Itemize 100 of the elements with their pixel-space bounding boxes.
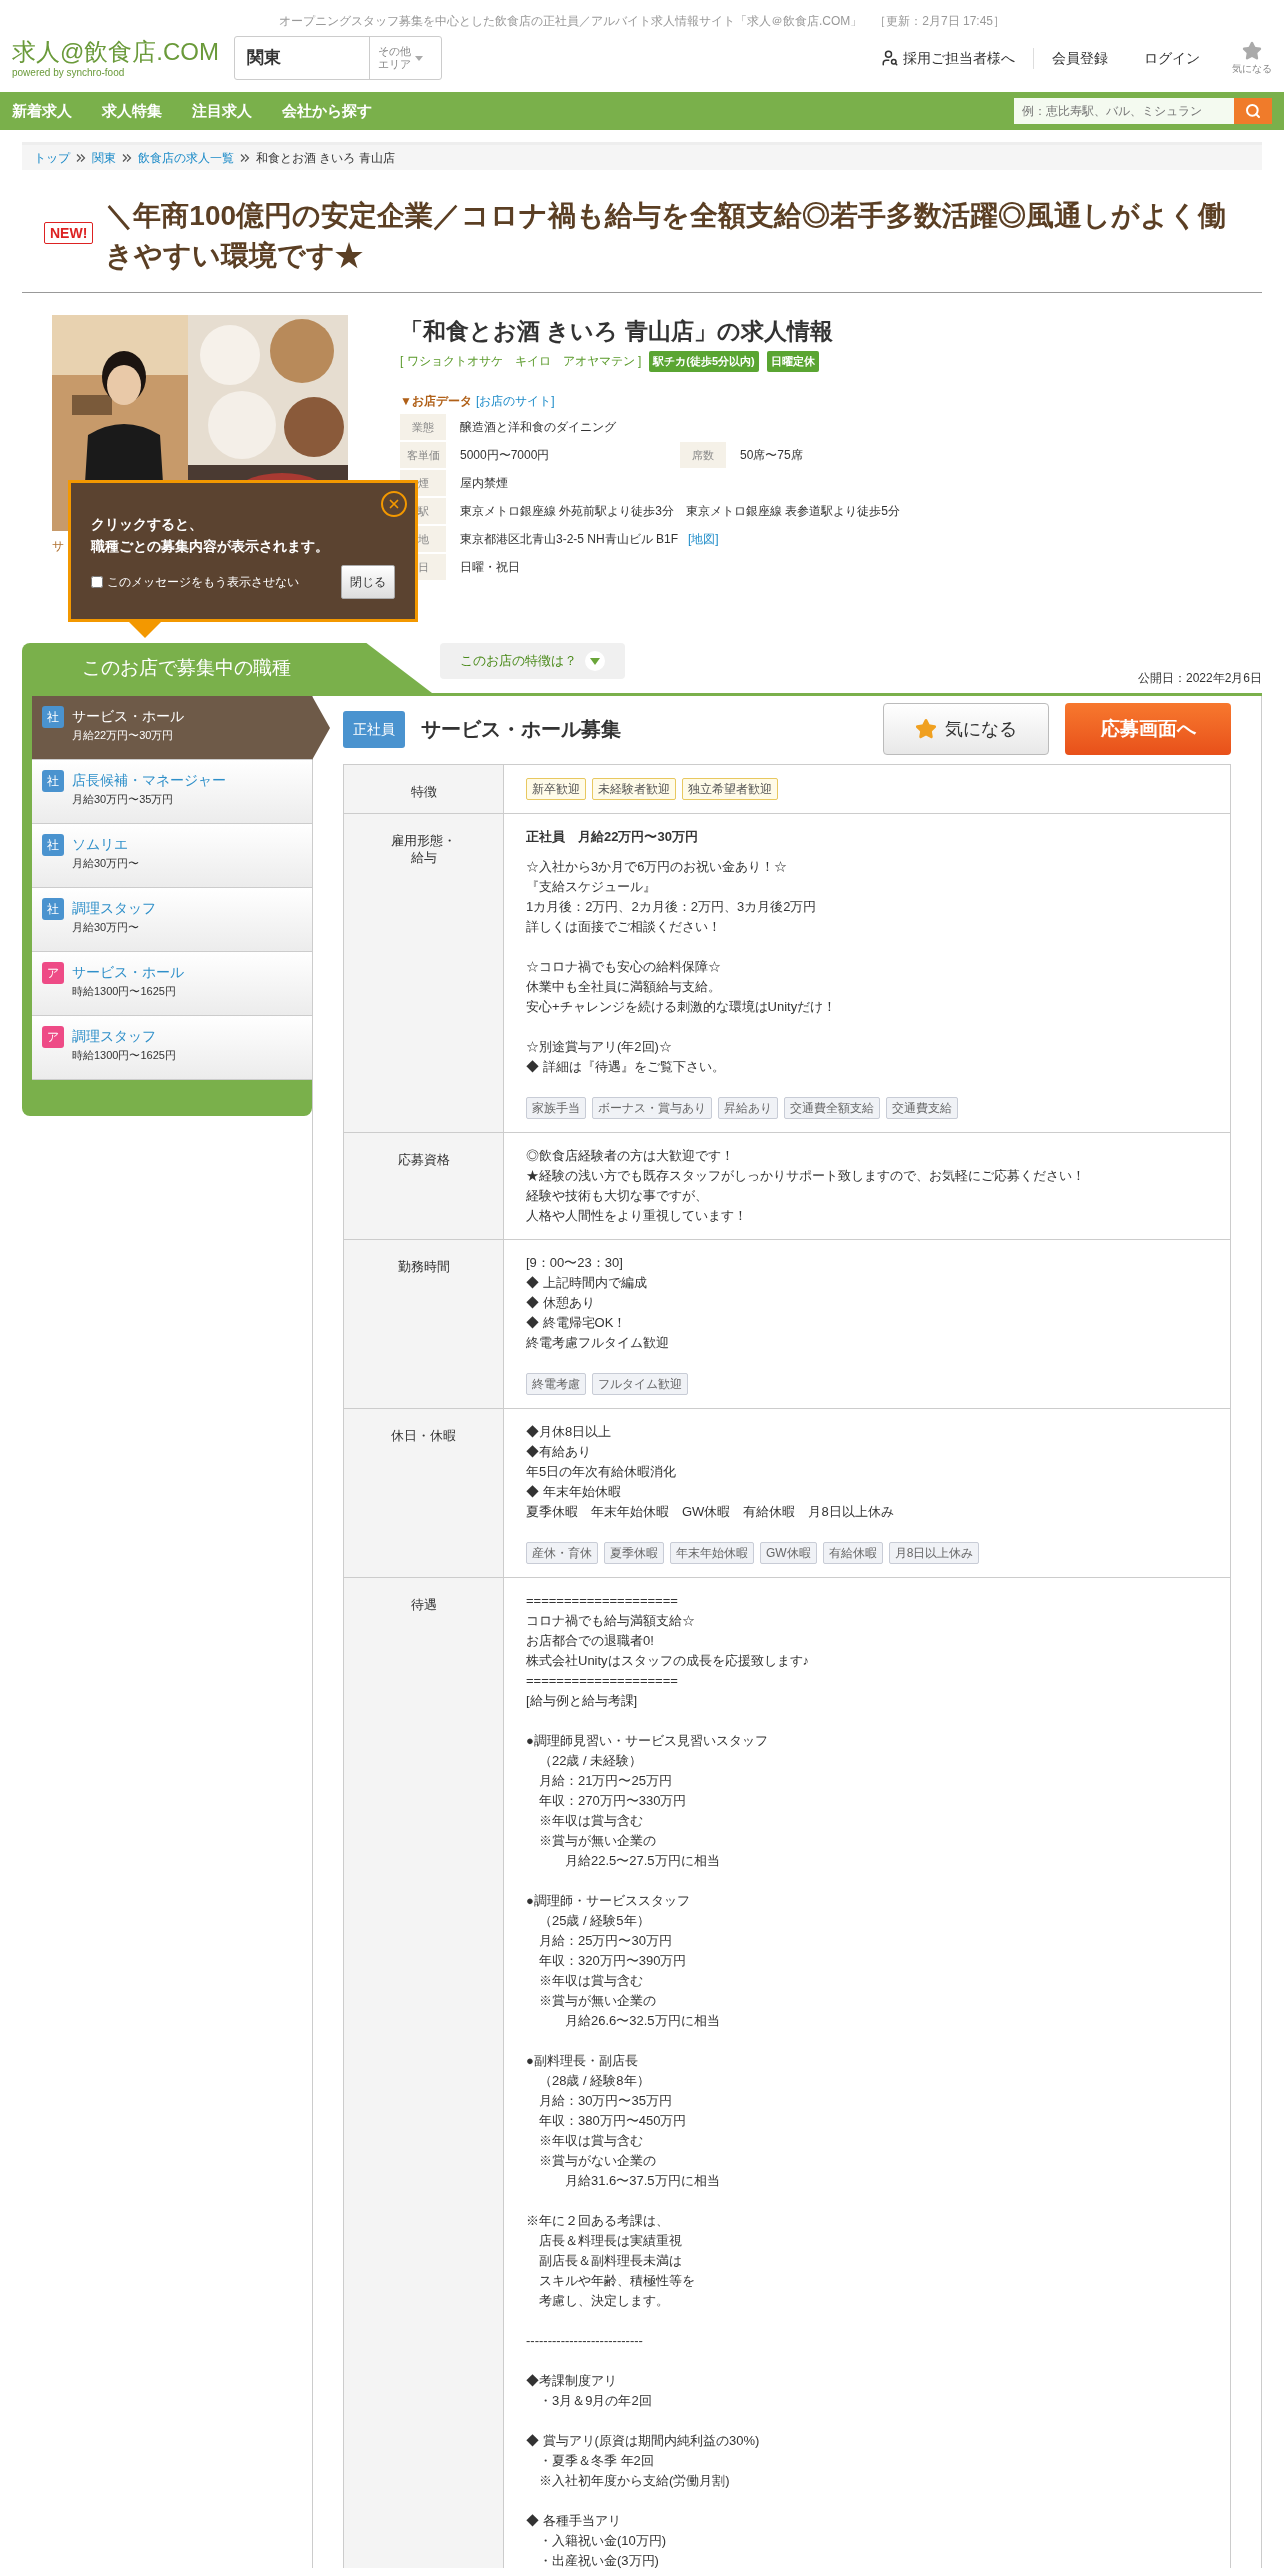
breadcrumb-link[interactable]: 飲食店の求人一覧 [138, 148, 234, 167]
detail-line: 月給22.5〜27.5万円に相当 [564, 1852, 720, 1870]
detail-tag: 終電考慮 [526, 1373, 586, 1395]
job-list-item[interactable]: ア サービス・ホール 時給1300円〜1625円 [32, 952, 312, 1016]
detail-tag: 家族手当 [526, 1097, 586, 1119]
chevrons-icon [240, 153, 250, 162]
detail-line: ・3月＆9月の年2回 [538, 2392, 652, 2410]
job-type-badge: 社 [42, 898, 64, 920]
search-field[interactable]: 例：恵比寿駅、バル、ミシュラン [1014, 98, 1234, 124]
chevrons-icon [122, 153, 132, 162]
row-label: 給与 [410, 849, 437, 866]
popup-checkbox[interactable] [91, 576, 103, 588]
apply-button[interactable]: 応募画面へ [1065, 703, 1231, 755]
published-date: 公開日：2022年2月6日 [1137, 670, 1262, 687]
detail-line: ※年収は賞与含む [538, 1812, 643, 1830]
nav-link[interactable]: 会社から探す [282, 99, 372, 123]
detail-line: ◆月休8日以上 [526, 1423, 612, 1441]
job-type-badge: 社 [42, 834, 64, 856]
search-button[interactable] [1234, 98, 1272, 124]
detail-tag: GW休暇 [760, 1542, 817, 1564]
detail-line: ◆有給あり [526, 1443, 591, 1461]
detail-tag: 有給休暇 [822, 1542, 883, 1564]
detail-line: 1カ月後：2万円、2カ月後：2万円、3カ月後2万円 [526, 898, 817, 916]
user-search-icon [881, 49, 899, 67]
detail-line: 株式会社Unityはスタッフの成長を応援致します♪ [526, 1652, 810, 1670]
logo-tagline: powered by synchro-food [12, 67, 125, 79]
info-value: 50席〜75席 [740, 446, 803, 464]
map-link[interactable]: [地図] [688, 525, 719, 552]
star-icon [915, 718, 937, 740]
detail-line: 考慮し、決定します。 [538, 2292, 669, 2310]
job-type-badge: 社 [42, 706, 64, 728]
job-list-item[interactable]: 社 ソムリエ 月給30万円〜 [32, 824, 312, 888]
job-salary: 月給30万円〜35万円 [72, 792, 175, 807]
breadcrumb-link[interactable]: 関東 [92, 148, 116, 167]
feature-tag: 独立希望者歓迎 [682, 778, 778, 800]
header-link[interactable]: 会員登録 [1034, 47, 1126, 69]
shop-title: 「和食とお酒 きいろ 青山店」の求人情報 [400, 317, 834, 346]
header-link[interactable]: ログイン [1126, 47, 1218, 69]
info-value: 醸造酒と洋和食のダイニング [460, 418, 616, 436]
update-time: ［更新：2月7日 17:45］ [874, 13, 1006, 30]
salary-heading: 正社員 月給22万円〜30万円 [526, 828, 698, 846]
detail-line: 人格や人間性をより重視しています！ [526, 1207, 747, 1225]
detail-line: コロナ禍でも給与満額支給☆ [526, 1612, 695, 1630]
detail-line: 年収：270万円〜330万円 [538, 1792, 687, 1810]
nav-link[interactable]: 注目求人 [192, 99, 252, 123]
job-salary: 時給1300円〜1625円 [72, 1048, 176, 1063]
detail-line: ※年に２回ある考課は、 [526, 2212, 669, 2230]
favorite-button[interactable]: 気になる [883, 703, 1049, 755]
row-label: 雇用形態・ [391, 832, 456, 849]
favorites-button[interactable]: 気になる [1232, 40, 1272, 76]
info-value: 日曜・祝日 [460, 558, 520, 576]
detail-tag: 夏季休暇 [604, 1542, 664, 1564]
info-label: 席数 [680, 441, 726, 468]
detail-line: [9：00〜23：30] [526, 1254, 623, 1272]
detail-tag: 交通費支給 [886, 1097, 958, 1119]
detail-line: ●調理師・サービススタッフ [526, 1892, 690, 1910]
breadcrumb-link[interactable]: トップ [34, 148, 70, 167]
job-list-item[interactable]: 社 調理スタッフ 月給30万円〜 [32, 888, 312, 952]
caret-down-icon [585, 651, 605, 671]
job-type-badge: ア [42, 1026, 64, 1048]
detail-line: ※年収は賞与含む [538, 1972, 643, 1990]
features-toggle[interactable]: このお店の特徴は？ [440, 643, 625, 679]
detail-line: 終電考慮フルタイム歓迎 [526, 1334, 669, 1352]
site-logo[interactable]: 求人@飲食店.COM [12, 37, 220, 67]
detail-line: （22歳 / 未経験） [538, 1752, 643, 1770]
detail-line: ◎飲食店経験者の方は大歓迎です！ [526, 1147, 734, 1165]
star-icon [1242, 40, 1262, 61]
job-list-item[interactable]: 社 店長候補・マネージャー 月給30万円〜35万円 [32, 760, 312, 824]
header-link[interactable]: 採用ご担当者様へ [863, 47, 1034, 69]
detail-tag: 月8日以上休み [888, 1542, 980, 1564]
detail-line: ◆ 賞与アリ(原資は期間内純利益の30%) [526, 2432, 760, 2450]
job-list-item[interactable]: ア 調理スタッフ 時給1300円〜1625円 [32, 1016, 312, 1080]
shop-site-link[interactable]: [お店のサイト] [475, 391, 555, 410]
job-salary: 時給1300円〜1625円 [72, 984, 177, 999]
chevrons-icon [76, 153, 86, 162]
detail-line: （25歳 / 経験5年） [538, 1912, 650, 1930]
job-title: サービス・ホール [72, 707, 184, 726]
detail-line: 『支給スケジュール』 [526, 878, 656, 896]
detail-tag: ボーナス・賞与あり [592, 1097, 712, 1119]
detail-line: ・出産祝い金(3万円) [538, 2552, 659, 2568]
detail-line: ==================== [526, 1592, 678, 1610]
nav-link[interactable]: 新着求人 [12, 99, 72, 123]
feature-tag: 新卒歓迎 [526, 778, 586, 800]
site-tagline: オープニングスタッフ募集を中心とした飲食店の正社員／アルバイト求人情報サイト「求人＠飲食店.COM」 [278, 13, 863, 30]
row-label: 休日・休暇 [391, 1427, 456, 1444]
detail-line: 月給26.6〜32.5万円に相当 [564, 2012, 720, 2030]
detail-line: [給与例と給与考課] [526, 1692, 638, 1710]
detail-line: ◆ 終電帰宅OK！ [526, 1314, 627, 1332]
popup-close-button[interactable]: 閉じる [341, 565, 395, 599]
popup-message: 職種ごとの募集内容が表示されます。 [91, 537, 329, 556]
detail-line: 月給：30万円〜35万円 [538, 2092, 672, 2110]
nav-link[interactable]: 求人特集 [102, 99, 162, 123]
job-list-item[interactable]: 社 サービス・ホール 月給22万円〜30万円 [32, 696, 312, 760]
detail-line: 経験や技術も大切な事ですが、 [526, 1187, 708, 1205]
employment-badge: 正社員 [343, 710, 405, 748]
job-type-badge: 社 [42, 770, 64, 792]
close-icon[interactable] [381, 491, 407, 517]
detail-line: ◆ 詳細は『待遇』をご覧下さい。 [526, 1058, 725, 1076]
detail-tag: 昇給あり [718, 1097, 778, 1119]
detail-line: ※年収は賞与含む [538, 2132, 643, 2150]
